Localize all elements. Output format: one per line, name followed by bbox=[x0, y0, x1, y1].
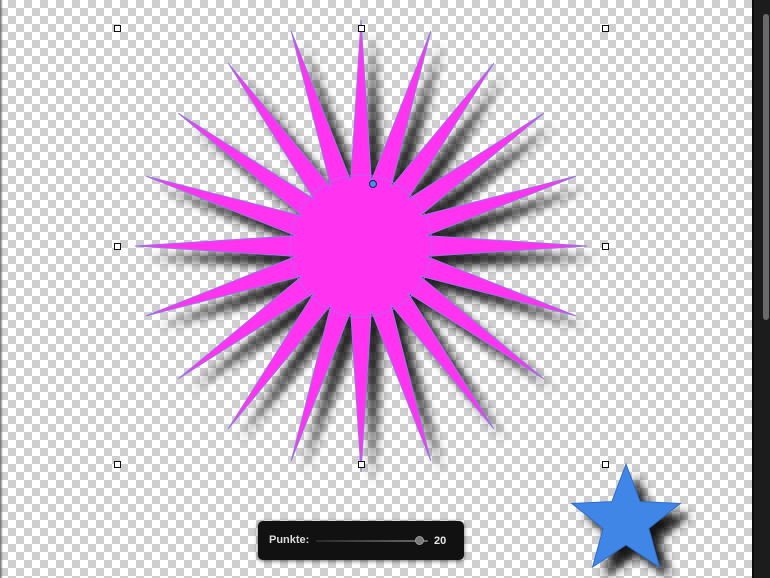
sun-shape[interactable] bbox=[134, 19, 588, 473]
drawing-window: Punkte: 20 bbox=[0, 0, 770, 578]
selection-handle-bottom-right[interactable] bbox=[602, 461, 609, 468]
selection-handle-middle-right[interactable] bbox=[602, 243, 609, 250]
selection-handle-middle-left[interactable] bbox=[114, 243, 121, 250]
selection-handle-top-left[interactable] bbox=[114, 25, 121, 32]
selection-handle-top-right[interactable] bbox=[602, 25, 609, 32]
control-point-handle[interactable] bbox=[368, 179, 378, 189]
selection-handle-bottom-left[interactable] bbox=[114, 461, 121, 468]
shapes-layer bbox=[134, 19, 692, 578]
scrollbar-thumb[interactable] bbox=[763, 14, 769, 320]
selection-handle-top-center[interactable] bbox=[358, 25, 365, 32]
vertical-scrollbar[interactable] bbox=[752, 0, 770, 578]
points-slider-track[interactable] bbox=[316, 540, 428, 542]
points-slider-hud: Punkte: 20 bbox=[258, 521, 464, 560]
points-slider-knob[interactable] bbox=[415, 536, 424, 545]
points-label: Punkte: bbox=[269, 534, 310, 546]
points-value: 20 bbox=[434, 535, 447, 547]
selection-handle-bottom-center[interactable] bbox=[358, 461, 365, 468]
canvas-transparent-background[interactable]: Punkte: 20 bbox=[0, 0, 752, 578]
